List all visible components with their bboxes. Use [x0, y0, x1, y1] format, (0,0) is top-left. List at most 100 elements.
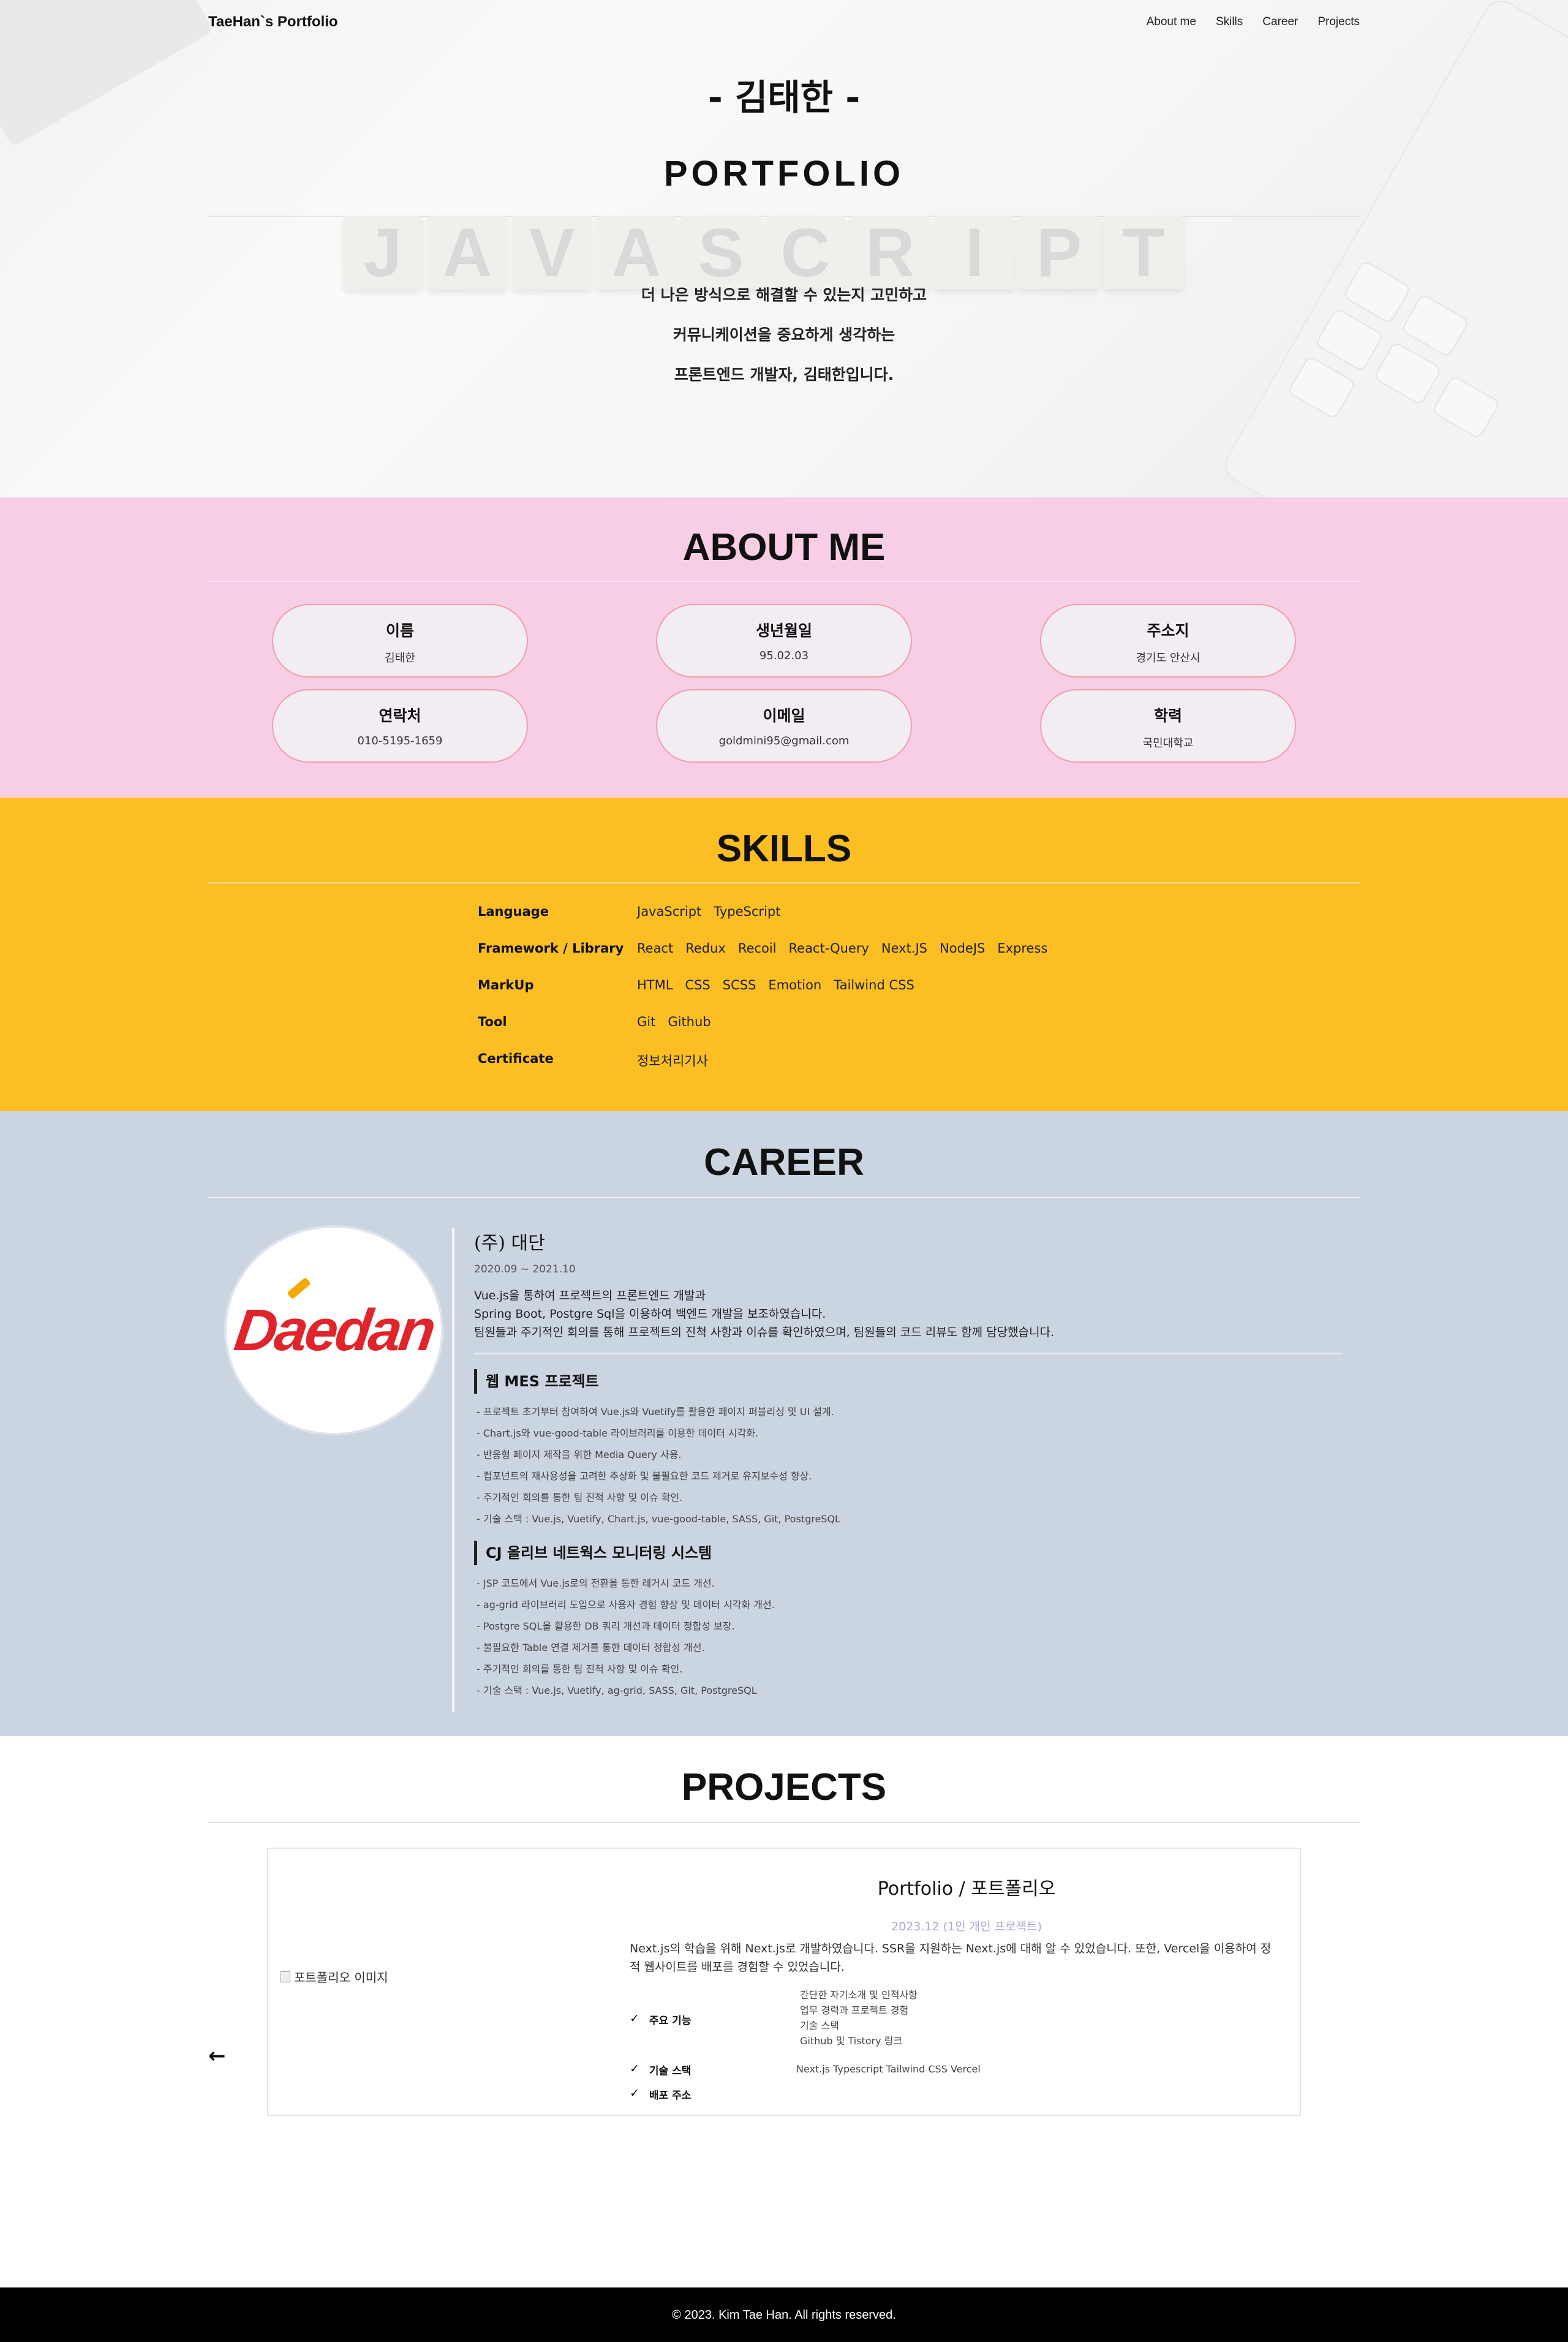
- skill-items: React Redux Recoil React-Query Next.JS N…: [637, 941, 1047, 956]
- broken-image-icon: [281, 1971, 290, 1982]
- skill-item: SCSS: [722, 978, 756, 992]
- prev-arrow-icon[interactable]: ←: [208, 2044, 226, 2068]
- skill-category: Language: [478, 904, 549, 919]
- project-name: Portfolio / 포트폴리오: [877, 1878, 1056, 1900]
- skill-item: Next.JS: [881, 941, 928, 956]
- career-desc-divider: [474, 1353, 1341, 1354]
- project-image-alt: 포트폴리오 이미지: [294, 1970, 388, 1985]
- letter-tile: J: [343, 214, 423, 291]
- feature-item: 기술 스택: [800, 2020, 839, 2031]
- about-title: ABOUT ME: [682, 526, 886, 569]
- nav-link-career[interactable]: Career: [1262, 15, 1298, 29]
- letter-tile: V: [512, 214, 592, 291]
- nav-link-about[interactable]: About me: [1147, 15, 1196, 29]
- javascript-tiles: J A V A S C R I P T: [343, 214, 1183, 291]
- skill-item: JavaScript: [637, 904, 702, 919]
- project-period: 2023.12 (1인 개인 프로젝트): [891, 1920, 1042, 1933]
- career-description-line: Spring Boot, Postgre Sql을 이용하여 백엔드 개발을 보…: [474, 1307, 826, 1321]
- letter-tile: S: [681, 214, 761, 291]
- skill-category: MarkUp: [478, 978, 534, 992]
- card-value: 김태한: [385, 652, 415, 665]
- nav-link-skills[interactable]: Skills: [1216, 15, 1243, 29]
- project-description: Next.js의 학습을 위해 Next.js로 개발하였습니다. SSR을 지…: [630, 1942, 1272, 1974]
- top-navigation: TaeHan`s Portfolio About me Skills Caree…: [0, 0, 1568, 45]
- card-label: 연락처: [379, 707, 421, 725]
- skill-item: Tailwind CSS: [834, 978, 914, 992]
- company-logo: Daedan: [227, 1228, 441, 1433]
- stack-value: Next.js Typescript Tailwind CSS Vercel: [796, 2063, 981, 2075]
- feature-list: 간단한 자기소개 및 인적사항 업무 경력과 프로젝트 경험 기술 스택 Git…: [800, 1987, 918, 2049]
- copyright-text: © 2023. Kim Tae Han. All rights reserved…: [672, 2308, 896, 2322]
- skill-item: Emotion: [768, 978, 822, 992]
- stack-label: 기술 스택: [649, 2065, 692, 2077]
- letter-tile: R: [850, 214, 930, 291]
- skill-category: Framework / Library: [478, 941, 624, 956]
- skills-section: SKILLS Language JavaScript TypeScript Fr…: [0, 798, 1568, 1111]
- about-card-contact: 연락처 010-5195-1659: [272, 689, 528, 763]
- card-label: 학력: [1153, 707, 1182, 725]
- skill-items: Git Github: [637, 1014, 711, 1029]
- career-section: CAREER Daedan (주) 대단 2020.09 ~ 2021.10 V…: [0, 1111, 1568, 1736]
- check-icon: ✓: [630, 2012, 639, 2025]
- project-image: 포트폴리오 이미지: [281, 1968, 388, 1985]
- skills-divider: [208, 882, 1360, 883]
- hero-tagline-line: 더 나은 방식으로 해결할 수 있는지 고민하고: [641, 286, 927, 304]
- brand-logo[interactable]: TaeHan`s Portfolio: [208, 13, 338, 31]
- card-value: 010-5195-1659: [357, 735, 443, 747]
- skills-title: SKILLS: [716, 828, 852, 870]
- hero-title: PORTFOLIO: [663, 154, 905, 194]
- feature-item: 업무 경력과 프로젝트 경험: [800, 2004, 909, 2016]
- skill-item: Redux: [685, 941, 726, 956]
- check-icon: ✓: [630, 2062, 639, 2076]
- deploy-label: 배포 주소: [649, 2090, 692, 2102]
- hero-tagline-line: 커뮤니케이션을 중요하게 생각하는: [673, 326, 895, 344]
- about-divider: [208, 581, 1360, 582]
- letter-tile: A: [428, 214, 507, 291]
- skill-item: HTML: [637, 978, 673, 992]
- nav-links: About me Skills Career Projects: [1147, 15, 1360, 29]
- company-logo-text: Daedan: [230, 1297, 437, 1363]
- career-project-bullet: - JSP 코드에서 Vue.js로의 전환을 통한 레거시 코드 개선.: [477, 1577, 715, 1589]
- card-value: 95.02.03: [759, 649, 809, 662]
- stack-row: ✓ 기술 스택: [630, 2062, 691, 2077]
- feature-item: 간단한 자기소개 및 인적사항: [800, 1989, 918, 2001]
- projects-section: PROJECTS ← 포트폴리오 이미지 Portfolio / 포트폴리오 2…: [0, 1736, 1568, 2287]
- career-project-bullet: - 기술 스택 : Vue.js, Vuetify, ag-grid, SASS…: [477, 1685, 757, 1696]
- skill-item: TypeScript: [714, 904, 781, 919]
- skill-category: Tool: [478, 1014, 507, 1029]
- projects-divider: [208, 1822, 1360, 1823]
- skill-item: 정보처리기사: [637, 1054, 708, 1068]
- skill-items: HTML CSS SCSS Emotion Tailwind CSS: [637, 978, 914, 992]
- career-project-title: 웹 MES 프로젝트: [474, 1369, 1341, 1394]
- career-description-line: 팀원들과 주기적인 회의를 통해 프로젝트의 진척 사항과 이슈를 확인하였으며…: [474, 1326, 1055, 1339]
- career-project-bullet: - 주기적인 회의를 통한 팀 진척 사항 및 이슈 확인.: [477, 1492, 683, 1503]
- about-section: ABOUT ME 이름 김태한 생년월일 95.02.03 주소지 경기도 안산…: [0, 497, 1568, 798]
- career-project-bullet: - 불필요한 Table 연결 제거를 통한 데이터 정합성 개선.: [477, 1642, 705, 1653]
- career-description-line: Vue.js을 통하여 프로젝트의 프론트엔드 개발과: [474, 1289, 706, 1302]
- career-divider: [208, 1197, 1360, 1198]
- feature-row: ✓ 주요 기능: [630, 2012, 691, 2027]
- skill-item: Express: [997, 941, 1048, 956]
- project-card: 포트폴리오 이미지 Portfolio / 포트폴리오 2023.12 (1인 …: [267, 1848, 1301, 2116]
- card-label: 생년월일: [755, 622, 812, 640]
- career-project-bullet: - ag-grid 라이브러리 도입으로 사용자 경험 향상 및 데이터 시각화…: [477, 1599, 775, 1611]
- skill-items: JavaScript TypeScript: [637, 904, 780, 919]
- hero-section: - 김태한 - PORTFOLIO J A V A S C R I P T 더 …: [0, 0, 1568, 497]
- career-description: Vue.js을 통하여 프로젝트의 프론트엔드 개발과 Spring Boot,…: [474, 1286, 1341, 1342]
- about-card-name: 이름 김태한: [272, 604, 528, 678]
- career-period: 2020.09 ~ 2021.10: [474, 1263, 576, 1275]
- skill-item: CSS: [685, 978, 710, 992]
- feature-label: 주요 기능: [649, 2015, 692, 2027]
- skill-item: React: [637, 941, 674, 956]
- skill-item: NodeJS: [940, 941, 986, 956]
- career-project-bullet: - Postgre SQL을 활용한 DB 쿼리 개선과 데이터 정합성 보장.: [477, 1620, 735, 1632]
- card-value: 국민대학교: [1142, 737, 1194, 750]
- skill-category: Certificate: [478, 1051, 554, 1066]
- nav-link-projects[interactable]: Projects: [1317, 15, 1360, 29]
- deploy-row: ✓ 배포 주소: [630, 2087, 691, 2102]
- card-label: 이름: [385, 622, 414, 640]
- career-project-bullet: - 기술 스택 : Vue.js, Vuetify, Chart.js, vue…: [477, 1513, 840, 1525]
- skill-item: Github: [668, 1014, 711, 1029]
- logo-accent-mark: [287, 1277, 311, 1300]
- career-timeline-line: [452, 1228, 454, 1712]
